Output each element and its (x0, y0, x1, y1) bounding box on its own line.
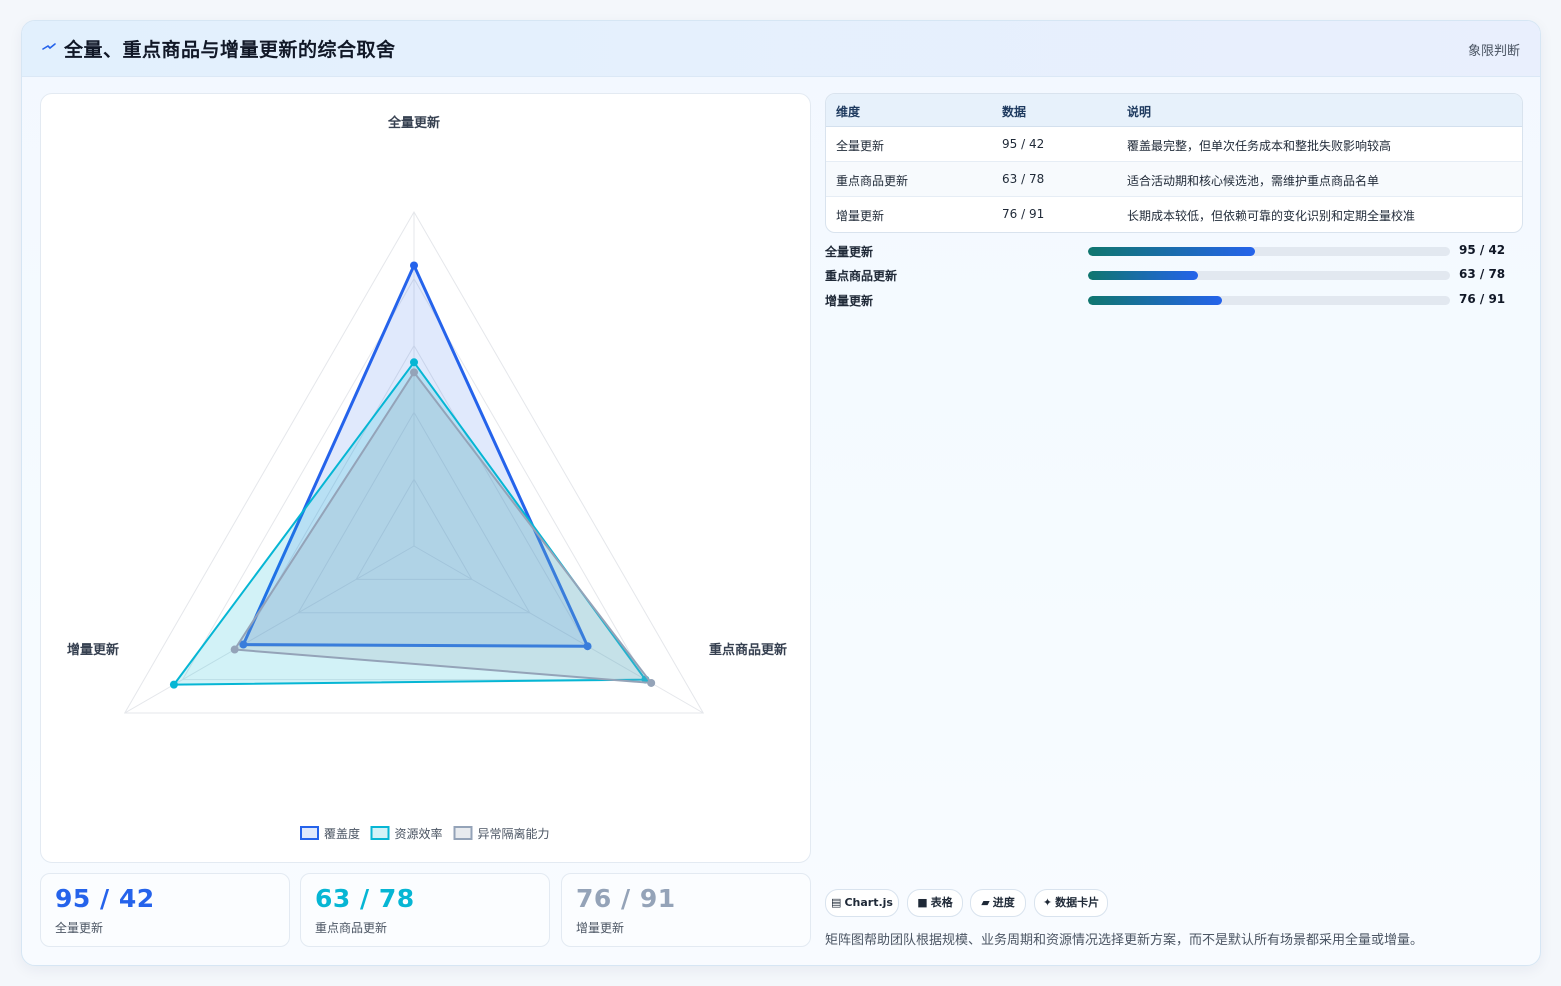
axis-label: 全量更新 (387, 115, 440, 131)
legend-swatch (300, 826, 319, 840)
cell-description: 覆盖最完整，但单次任务成本和整批失败影响较高 (1127, 139, 1392, 153)
table-header-row: 维度 数据 说明 (826, 94, 1522, 127)
table-row: 全量更新 95 / 42 覆盖最完整，但单次任务成本和整批失败影响较高 (826, 127, 1522, 162)
sparkle-icon: ✦ (1042, 896, 1053, 909)
stat-value: 63 / 78 (315, 884, 415, 913)
progress-label: 全量更新 (825, 245, 874, 259)
cell-dimension: 增量更新 (836, 209, 885, 223)
chip-label: 进度 (992, 896, 1015, 909)
progress-row-incremental: 增量更新 76 / 91 (825, 290, 1521, 310)
data-point (230, 645, 239, 654)
cell-data: 63 / 78 (1002, 172, 1045, 186)
chip-label: 表格 (930, 896, 953, 909)
stat-card-key: 63 / 78 重点商品更新 (300, 873, 550, 947)
legend-swatch (453, 826, 473, 840)
data-point (410, 261, 418, 270)
legend-label: 资源效率 (395, 826, 443, 841)
table-row: 增量更新 76 / 91 长期成本较低，但依赖可靠的变化识别和定期全量校准 (826, 197, 1522, 231)
chart-icon: ▤ (831, 896, 842, 909)
axis-label: 重点商品更新 (709, 642, 787, 658)
stat-card-incremental: 76 / 91 增量更新 (561, 873, 811, 947)
progress-value: 76 / 91 (1459, 292, 1506, 306)
chip-label: 数据卡片 (1055, 896, 1100, 909)
progress-row-key: 重点商品更新 63 / 78 (825, 265, 1521, 285)
progress-label: 重点商品更新 (825, 269, 898, 283)
card-header: 全量、重点商品与增量更新的综合取舍 象限判断 (22, 21, 1540, 77)
cell-dimension: 全量更新 (836, 139, 885, 153)
stat-value: 95 / 42 (55, 884, 155, 913)
stat-label: 重点商品更新 (315, 921, 388, 935)
cell-dimension: 重点商品更新 (836, 174, 909, 188)
axis-label: 增量更新 (67, 642, 119, 658)
progress-fill (1088, 296, 1222, 305)
cell-data: 76 / 91 (1002, 207, 1045, 221)
table-row: 重点商品更新 63 / 78 适合活动期和核心候选池，需维护重点商品名单 (826, 162, 1522, 197)
progress-track (1088, 247, 1450, 256)
data-point (169, 680, 178, 689)
chip-data-card[interactable]: ✦ 数据卡片 (1034, 889, 1108, 917)
data-point (647, 678, 656, 687)
chip-table[interactable]: ■ 表格 (907, 889, 963, 917)
cell-data: 95 / 42 (1002, 137, 1045, 151)
stat-label: 全量更新 (55, 921, 104, 935)
progress-label: 增量更新 (825, 294, 874, 308)
legend-label: 异常隔离能力 (478, 826, 550, 841)
table-icon: ■ (917, 896, 928, 909)
main-card: 全量、重点商品与增量更新的综合取舍 象限判断 全量更新 重点商品更新 增量更新 覆盖度… (21, 20, 1541, 966)
data-point (410, 358, 418, 367)
radar-chart-panel: 全量更新重点商品更新 增量更新覆盖度 资源效率 异常隔离能力 (40, 93, 811, 863)
column-header-dimension: 维度 (836, 105, 861, 119)
progress-track (1088, 296, 1450, 305)
footnote-text: 矩阵图帮助团队根据规模、业务周期和资源情况选择更新方案，而不是默认所有场景都采用… (825, 933, 1424, 948)
cell-description: 长期成本较低，但依赖可靠的变化识别和定期全量校准 (1127, 209, 1416, 223)
cell-description: 适合活动期和核心候选池，需维护重点商品名单 (1127, 174, 1380, 188)
progress-track (1088, 271, 1450, 280)
page-title: 全量、重点商品与增量更新的综合取舍 (64, 39, 396, 61)
quadrant-tag[interactable]: 象限判断 (1468, 40, 1520, 59)
trend-line-icon (42, 43, 56, 50)
stat-value: 76 / 91 (576, 884, 676, 913)
stat-label: 增量更新 (576, 921, 625, 935)
progress-value: 63 / 78 (1459, 267, 1506, 281)
comparison-table: 维度 数据 说明 全量更新 95 / 42 覆盖最完整，但单次任务成本和整批失败… (825, 93, 1523, 233)
stat-card-full: 95 / 42 全量更新 (40, 873, 290, 947)
progress-icon: ▰ (981, 896, 990, 909)
radar-chart: 全量更新重点商品更新 增量更新覆盖度 资源效率 异常隔离能力 (67, 115, 787, 841)
column-header-data: 数据 (1002, 105, 1027, 119)
chip-progress[interactable]: ▰ 进度 (970, 889, 1026, 917)
chip-label: Chart.js (844, 896, 893, 909)
legend-swatch (370, 826, 390, 840)
progress-row-full: 全量更新 95 / 42 (825, 241, 1521, 261)
data-point (410, 368, 418, 377)
column-header-description: 说明 (1127, 105, 1152, 119)
progress-fill (1088, 247, 1255, 256)
legend-label: 覆盖度 (324, 826, 360, 841)
progress-value: 95 / 42 (1459, 243, 1506, 257)
progress-fill (1088, 271, 1199, 280)
chip-chartjs[interactable]: ▤ Chart.js (825, 889, 899, 917)
